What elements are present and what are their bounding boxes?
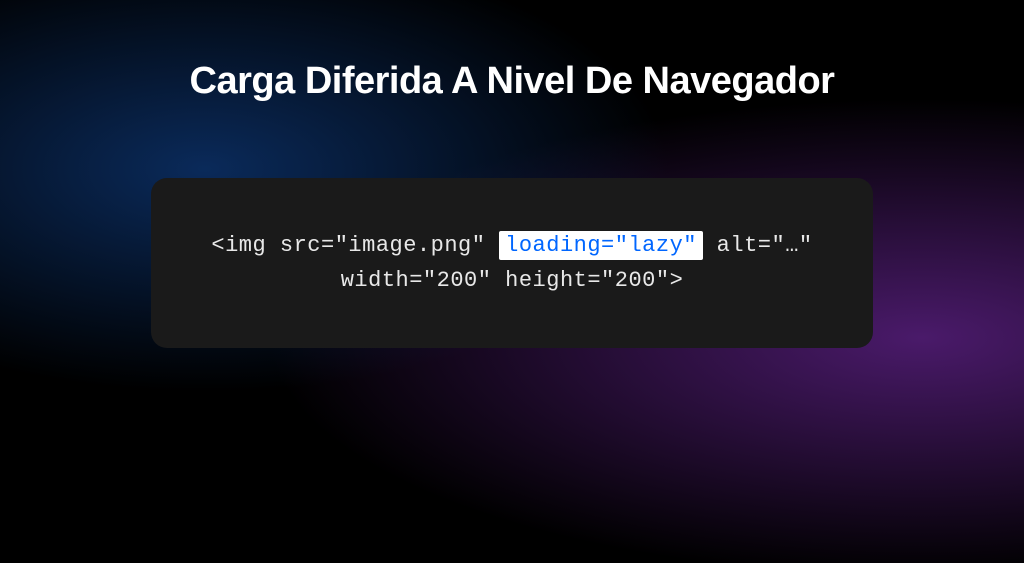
page-title: Carga Diferida A Nivel De Navegador: [190, 60, 835, 103]
code-line-2: width="200" height="200">: [211, 263, 812, 298]
code-highlight-loading-lazy: loading="lazy": [499, 231, 703, 260]
code-segment-img-open: <img src="image.png": [211, 233, 499, 258]
code-segment-alt: alt="…": [703, 233, 813, 258]
code-line-1: <img src="image.png" loading="lazy" alt=…: [211, 228, 812, 263]
code-example-block: <img src="image.png" loading="lazy" alt=…: [151, 178, 872, 348]
